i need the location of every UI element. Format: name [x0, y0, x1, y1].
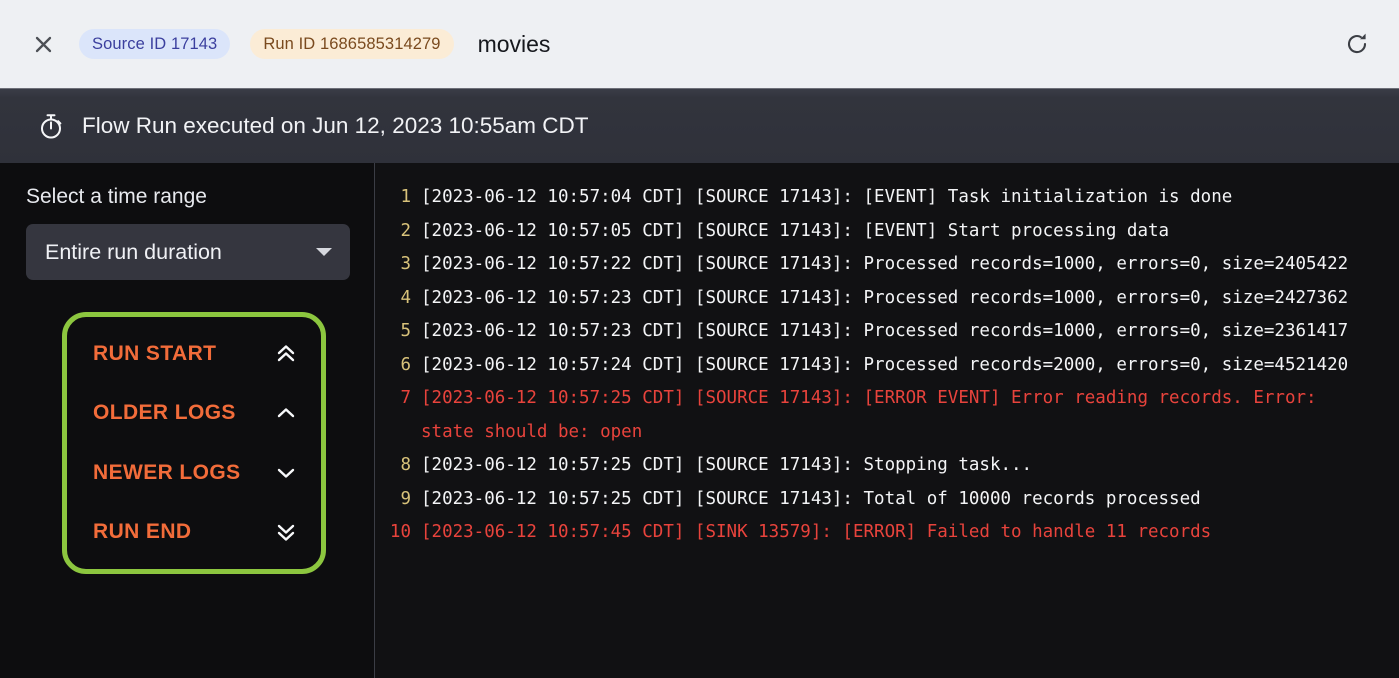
- refresh-button[interactable]: [1337, 24, 1377, 64]
- close-icon: [35, 36, 51, 52]
- log-line-text: [2023-06-12 10:57:45 CDT] [SINK 13579]: …: [421, 522, 1212, 542]
- log-line-number: 6: [400, 354, 411, 375]
- close-button[interactable]: [26, 27, 60, 61]
- nav-item-newer-logs[interactable]: NEWER LOGS: [93, 451, 299, 495]
- log-line: 3 [2023-06-12 10:57:22 CDT] [SOURCE 17143…: [375, 248, 1385, 282]
- chevron-down-icon: [316, 248, 332, 256]
- nav-item-older-logs[interactable]: OLDER LOGS: [93, 391, 299, 435]
- log-line-number: 3: [400, 254, 411, 274]
- log-line-number: 1: [400, 187, 411, 207]
- chevrons-up-icon: [273, 341, 299, 367]
- log-line-number: 5: [400, 321, 411, 341]
- log-navigation-highlight: RUN START OLDER LOGS NEWER LOGS RUN END: [62, 312, 326, 574]
- log-line: 6 [2023-06-12 10:57:24 CDT] [SOURCE 17143…: [375, 349, 1385, 383]
- top-bar: Source ID 17143 Run ID 1686585314279 mov…: [0, 0, 1399, 88]
- log-line: 1 [2023-06-12 10:57:04 CDT] [SOURCE 17143…: [375, 181, 1385, 215]
- time-range-select[interactable]: Entire run duration: [26, 224, 350, 280]
- log-line-number: 4: [400, 287, 411, 308]
- source-id-badge[interactable]: Source ID 17143: [79, 29, 231, 59]
- body-container: Select a time range Entire run duration …: [0, 163, 1399, 678]
- log-line: 7 [2023-06-12 10:57:25 CDT] [SOURCE 17143…: [375, 382, 1385, 449]
- stopwatch-icon: [36, 111, 66, 141]
- nav-item-run-start[interactable]: RUN START: [93, 332, 299, 376]
- log-line: 4 [2023-06-12 10:57:23 CDT] [SOURCE 17143…: [375, 282, 1385, 316]
- log-output-panel[interactable]: 1 [2023-06-12 10:57:04 CDT] [SOURCE 17143…: [375, 163, 1399, 678]
- time-range-label: Select a time range: [26, 185, 207, 208]
- log-line-text: [2023-06-12 10:57:25 CDT] [SOURCE 17143]…: [421, 488, 1201, 509]
- chevrons-down-icon: [273, 519, 299, 545]
- log-line-text: [2023-06-12 10:57:23 CDT] [SOURCE 17143]…: [421, 287, 1349, 308]
- log-line-text: [2023-06-12 10:57:24 CDT] [SOURCE 17143]…: [421, 354, 1349, 375]
- time-range-value: Entire run duration: [45, 239, 222, 264]
- log-line-text: [2023-06-12 10:57:04 CDT] [SOURCE 17143]…: [421, 187, 1233, 207]
- log-line-text: [2023-06-12 10:57:05 CDT] [SOURCE 17143]…: [421, 220, 1170, 241]
- sidebar: Select a time range Entire run duration …: [0, 163, 375, 678]
- log-line-number: 7: [400, 388, 411, 408]
- page-title: movies: [477, 30, 551, 57]
- log-line: 2 [2023-06-12 10:57:05 CDT] [SOURCE 17143…: [375, 215, 1385, 249]
- log-line: 9 [2023-06-12 10:57:25 CDT] [SOURCE 17143…: [375, 483, 1385, 517]
- log-line: 8 [2023-06-12 10:57:25 CDT] [SOURCE 17143…: [375, 449, 1385, 483]
- log-line-text: [2023-06-12 10:57:23 CDT] [SOURCE 17143]…: [421, 321, 1349, 341]
- log-line-number: 9: [400, 488, 411, 509]
- nav-item-label: OLDER LOGS: [93, 401, 236, 425]
- run-id-badge[interactable]: Run ID 1686585314279: [250, 29, 454, 59]
- log-line-text: [2023-06-12 10:57:25 CDT] [SOURCE 17143]…: [421, 388, 1328, 442]
- flow-run-banner: Flow Run executed on Jun 12, 2023 10:55a…: [0, 88, 1399, 163]
- log-line: 5 [2023-06-12 10:57:23 CDT] [SOURCE 17143…: [375, 315, 1385, 349]
- log-line: 10 [2023-06-12 10:57:45 CDT] [SINK 13579]…: [375, 516, 1385, 550]
- chevron-up-icon: [273, 400, 299, 426]
- nav-item-run-end[interactable]: RUN END: [93, 510, 299, 554]
- log-line-number: 8: [400, 455, 411, 475]
- log-line-text: [2023-06-12 10:57:22 CDT] [SOURCE 17143]…: [421, 254, 1349, 274]
- log-line-number: 10: [389, 522, 411, 542]
- refresh-icon: [1347, 33, 1367, 54]
- chevron-down-icon: [273, 460, 299, 486]
- log-line-text: [2023-06-12 10:57:25 CDT] [SOURCE 17143]…: [421, 455, 1033, 475]
- nav-item-label: RUN END: [93, 519, 192, 543]
- nav-item-label: NEWER LOGS: [93, 460, 241, 484]
- flow-run-text: Flow Run executed on Jun 12, 2023 10:55a…: [82, 113, 589, 138]
- log-line-number: 2: [400, 220, 411, 241]
- nav-item-label: RUN START: [93, 342, 217, 366]
